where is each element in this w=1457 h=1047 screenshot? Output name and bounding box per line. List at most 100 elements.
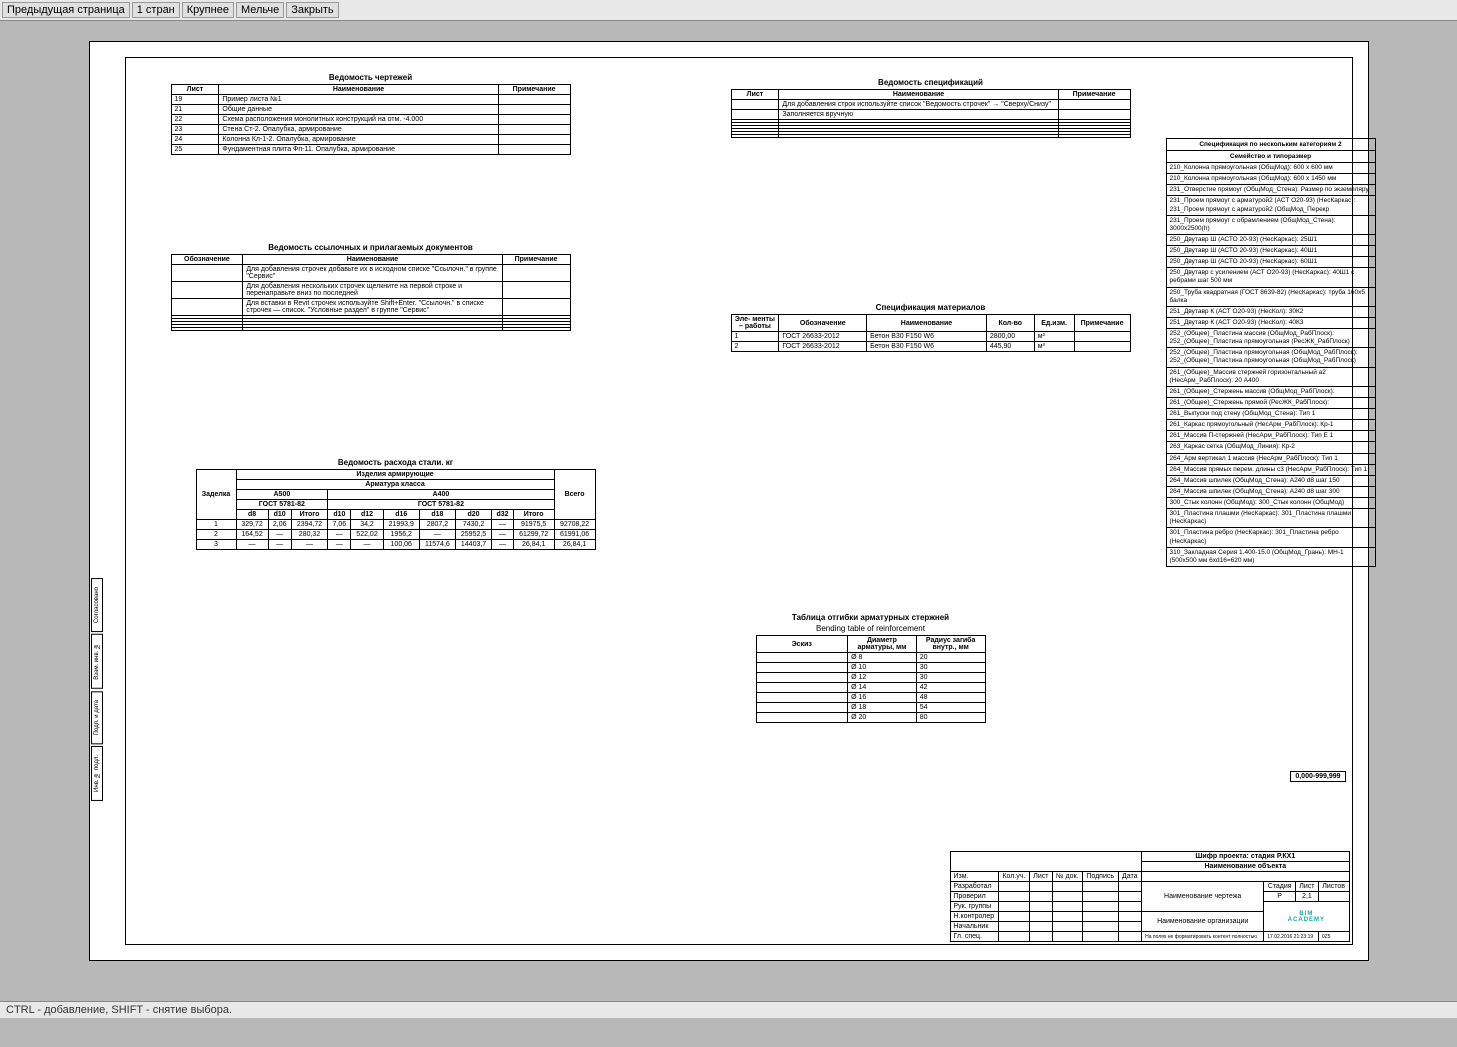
table-cell: м³ [1034,342,1074,352]
table-cell [1058,110,1130,120]
table-cell: Ø 16 [848,693,917,703]
table-cell: Стена Ст-2. Опалубка, армирование [219,125,498,135]
spec-row: 263_Каркас сетка (ОбщМод_Линия): Кр-2 [1167,442,1375,453]
table-cell: Для добавления строк используйте список … [779,100,1058,110]
stage-val: Р [1264,892,1296,902]
spec-row: 250_Труба квадратная (ГОСТ 8639-82) (Нес… [1167,288,1375,307]
col-ndok: № док. [1053,872,1083,882]
col-izm: Изм. [950,872,999,882]
table-cell [1074,332,1130,342]
spec-row: 261_Каркас прямоугольный (НесАрм_РабПлос… [1167,420,1375,431]
table-cell: 34,2 [351,520,383,530]
table-cell: м³ [1034,332,1074,342]
table-cell: Для вставки в Revit строчек используйте … [243,299,502,316]
col-podpis: Подпись [1083,872,1119,882]
table-cell: — [492,540,513,550]
table-cell [756,673,848,683]
table-cell: 2394,72 [291,520,327,530]
org-name: Наименование организации [1142,912,1264,932]
table-cell [1074,342,1130,352]
spec-row: 250_Двутавр с усилением (АСТ О20-93) (Не… [1167,268,1375,287]
stamp-note: На полях не форматировать контент полнос… [1142,932,1264,942]
spec-row: 261_(Общее)_Стержень прямой (РесЖК_РабПл… [1167,398,1375,409]
table-cell [498,95,570,105]
sheets-val [1318,892,1349,902]
spec-row: 231_Проем прямоуг с арматурой2 (АСТ О20-… [1167,196,1375,215]
table-title: Спецификация материалов [731,303,1131,312]
table-cell [171,299,243,316]
table-cell: Ø 12 [848,673,917,683]
table-cell: 23 [171,125,219,135]
table-cell: 54 [916,703,985,713]
table-cell: Колонна Кл-1-2. Опалубка, армирование [219,135,498,145]
table-cell [756,713,848,723]
table-cell [779,135,1058,138]
table-cell [756,663,848,673]
bending-table: Таблица отгибки арматурных стержней Bend… [756,613,986,723]
table-cell: Схема расположения монолитных конструкци… [219,115,498,125]
table-cell [171,282,243,299]
table-cell: Ø 20 [848,713,917,723]
table-cell: Ø 8 [848,653,917,663]
side-tab: Взам. инв. № [91,634,103,689]
spec-row: 264_Арм вертикал 1 массив (НесАрм_РабПло… [1167,454,1375,465]
role-cell: Начальник [950,922,999,932]
table-cell [498,145,570,155]
page-number-button[interactable]: 1 стран [132,2,180,18]
table-cell: 24 [171,135,219,145]
table-cell: — [268,540,291,550]
table-title: Ведомость расхода стали. кг [196,458,596,467]
status-bar: CTRL - добавление, SHIFT - снятие выбора… [0,1001,1457,1018]
steel-schedule: Ведомость расхода стали. кг ЗаделкаИздел… [196,458,596,550]
spec-row: 261_(Общее)_Массив стержней горизонтальн… [1167,368,1375,387]
table-cell [1058,100,1130,110]
table-cell [171,265,243,282]
spec-row: 252_(Общее)_Пластина массив (ОбщМод_РабП… [1167,329,1375,348]
table-cell [731,100,779,110]
table-cell [756,653,848,663]
table-cell: Для добавления строчек добавьте их в исх… [243,265,502,282]
spec-subheader: Семейство и типоразмер [1167,151,1375,163]
table-cell: Общие данные [219,105,498,115]
table-cell: 25 [171,145,219,155]
table-cell: 522,02 [351,530,383,540]
drawing-canvas[interactable]: Согласовано Взам. инв. № Подп. и дата Ин… [0,21,1457,1001]
table-cell [502,328,570,331]
table-cell: 2,06 [268,520,291,530]
table-cell [731,135,779,138]
spec-row: 310_Закладная Серия 1.400-15.0 (ОбщМод_Г… [1167,548,1375,566]
zoom-in-button[interactable]: Крупнее [182,2,234,18]
col-list: Лист [1030,872,1053,882]
table-title: Ведомость спецификаций [731,78,1131,87]
materials-schedule: Спецификация материалов Эле- менты – раб… [731,303,1131,352]
spec-row: 261_Выпуски под стену (ОбщМод_Стена): Ти… [1167,409,1375,420]
table-cell: 14403,7 [455,540,491,550]
table-cell: — [236,540,268,550]
table-cell: 329,72 [236,520,268,530]
prev-page-button[interactable]: Предыдущая страница [2,2,130,18]
sheet-header: Лист [1296,882,1319,892]
spec-row: 261_(Общее)_Стержень массив (ОбщМод_РабП… [1167,387,1375,398]
table-cell: 20 [916,653,985,663]
multicategory-spec: Спецификация по нескольким категориям 2 … [1166,138,1376,567]
table-cell: — [351,540,383,550]
table-cell [243,328,502,331]
spec-row: 252_(Общее)_Пластина прямоугольная (ОбщМ… [1167,348,1375,367]
sheet-range-label: 0,000-999,999 [1290,771,1345,782]
table-cell: 22 [171,115,219,125]
zoom-out-button[interactable]: Мельче [236,2,284,18]
table-cell: 21 [171,105,219,115]
spec-row: 301_Пластина плашми (НесКаркас): 301_Пла… [1167,509,1375,528]
table-cell: 61299,72 [513,530,554,540]
table-cell: 7,06 [328,520,351,530]
table-cell [756,703,848,713]
close-button[interactable]: Закрыть [286,2,338,18]
table-cell: Бетон В30 F150 W6 [867,332,987,342]
table-cell [171,328,243,331]
table-cell: Пример листа №1 [219,95,498,105]
table-cell: 21993,9 [383,520,419,530]
table-cell [498,135,570,145]
table-cell: 25952,5 [455,530,491,540]
table-cell: — [328,540,351,550]
table-cell: 280,32 [291,530,327,540]
